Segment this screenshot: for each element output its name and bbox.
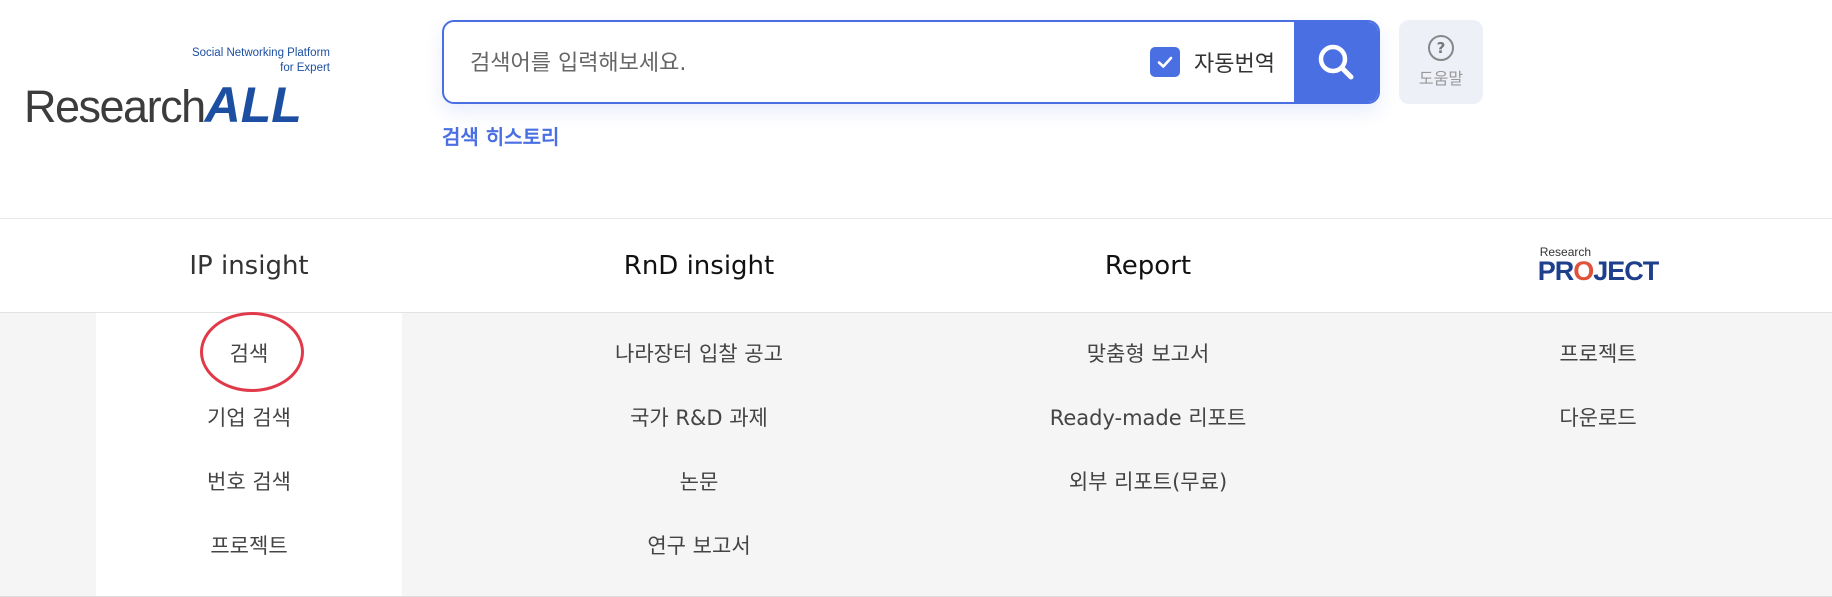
project-logo-o: O (1573, 256, 1594, 286)
project-logo-pr: PR (1537, 256, 1575, 286)
menu-item-research-report[interactable]: 연구 보고서 (499, 530, 899, 560)
menu-column-ip-insight: 검색 기업 검색 번호 검색 프로젝트 (49, 313, 449, 597)
project-logo-big: PROJECT (1537, 256, 1660, 286)
search-history-link[interactable]: 검색 히스토리 (442, 121, 559, 150)
research-project-logo: Research PROJECT (1537, 246, 1660, 286)
logo-tagline-line2: for Expert (280, 62, 330, 74)
menu-column-rnd-insight: 나라장터 입찰 공고 국가 R&D 과제 논문 연구 보고서 (499, 313, 899, 597)
question-circle-icon: ? (1428, 35, 1454, 61)
search-box: 자동번역 (442, 20, 1380, 104)
logo-tagline: Social Networking Platform for Expert (192, 46, 330, 76)
menu-item-number-search[interactable]: 번호 검색 (49, 466, 449, 496)
researchall-logo[interactable]: Social Networking Platform for Expert Re… (24, 44, 336, 134)
tab-ip-insight[interactable]: IP insight (49, 219, 449, 312)
auto-translate-toggle[interactable]: 자동번역 (1150, 44, 1275, 80)
logo-word-all: ALL (204, 77, 302, 133)
menu-item-national-rnd[interactable]: 국가 R&D 과제 (499, 402, 899, 432)
auto-translate-label: 자동번역 (1194, 52, 1275, 77)
menu-item-external-report[interactable]: 외부 리포트(무료) (948, 466, 1348, 496)
menu-column-research-project: 프로젝트 다운로드 (1398, 313, 1798, 597)
menu-item-download[interactable]: 다운로드 (1398, 402, 1798, 432)
menu-column-report: 맞춤형 보고서 Ready-made 리포트 외부 리포트(무료) (948, 313, 1348, 597)
menu-item-project[interactable]: 프로젝트 (1398, 338, 1798, 368)
logo-tagline-line1: Social Networking Platform (191, 47, 330, 59)
search-input[interactable] (468, 22, 1132, 102)
help-label: 도움말 (1418, 69, 1464, 88)
logo-word-research: Research (24, 81, 206, 132)
search-icon (1318, 44, 1354, 80)
logo-wordmark: ResearchALL (24, 76, 302, 134)
main-nav: IP insight RnD insight Report Research P… (0, 218, 1832, 313)
tab-report[interactable]: Report (948, 219, 1348, 312)
menu-item-search[interactable]: 검색 (49, 338, 449, 368)
checkmark-icon (1157, 56, 1173, 68)
menu-item-project[interactable]: 프로젝트 (49, 530, 449, 560)
header: Social Networking Platform for Expert Re… (0, 0, 1832, 218)
project-logo-ject: JECT (1593, 256, 1659, 286)
menu-item-ready-made-report[interactable]: Ready-made 리포트 (948, 402, 1348, 432)
nav-dropdown: 검색 기업 검색 번호 검색 프로젝트 나라장터 입찰 공고 국가 R&D 과제… (0, 312, 1832, 597)
auto-translate-checkbox[interactable] (1150, 47, 1180, 77)
help-button[interactable]: ? 도움말 (1399, 20, 1483, 104)
menu-item-company-search[interactable]: 기업 검색 (49, 402, 449, 432)
menu-item-papers[interactable]: 논문 (499, 466, 899, 496)
tab-rnd-insight[interactable]: RnD insight (499, 219, 899, 312)
search-button[interactable] (1294, 22, 1378, 102)
tab-research-project[interactable]: Research PROJECT (1398, 219, 1798, 312)
menu-item-bid-notice[interactable]: 나라장터 입찰 공고 (499, 338, 899, 368)
menu-item-custom-report[interactable]: 맞춤형 보고서 (948, 338, 1348, 368)
